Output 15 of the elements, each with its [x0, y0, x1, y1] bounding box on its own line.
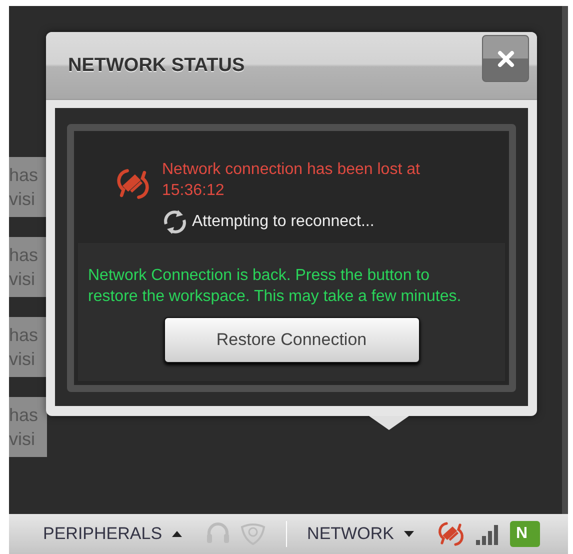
connection-lost-message: Network connection has been lost at 15:36:12 — [162, 160, 421, 201]
network-menu[interactable]: NETWORK — [307, 524, 394, 544]
peripherals-menu[interactable]: PERIPHERALS — [43, 524, 162, 544]
reconnect-status: Attempting to reconnect... — [192, 213, 374, 231]
close-icon[interactable] — [496, 50, 514, 68]
restore-connection-button[interactable]: Restore Connection — [164, 317, 420, 363]
dialog-title: NETWORK STATUS — [68, 54, 245, 76]
close-button[interactable] — [482, 35, 529, 82]
status-badge[interactable]: N — [510, 521, 540, 547]
loading-icon — [162, 209, 188, 235]
connection-back-message: Network Connection is back. Press the button to restore the workspace. This may take a few minutes. — [88, 266, 462, 307]
caret-up-icon — [172, 531, 182, 537]
caret-down-icon — [404, 531, 414, 537]
connection-lost-icon — [436, 519, 466, 549]
signal-icon — [476, 523, 498, 545]
